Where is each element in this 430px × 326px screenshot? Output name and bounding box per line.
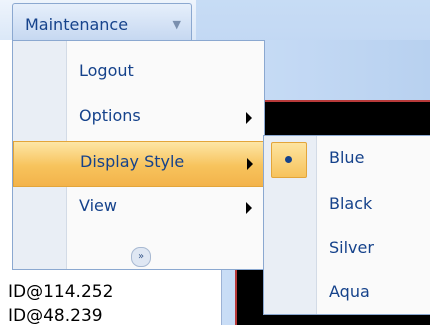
selected-check-icon (271, 142, 307, 178)
menu-item-label: Options (79, 106, 141, 125)
submenu-arrow-icon (246, 112, 252, 124)
submenu-item-aqua[interactable]: Aqua (264, 272, 430, 316)
menu-item-label: View (79, 196, 117, 215)
expand-more-icon[interactable]: » (131, 247, 151, 267)
menu-item-view[interactable]: View (13, 186, 264, 230)
submenu-arrow-icon (246, 202, 252, 214)
display-style-submenu: Blue Black Silver Aqua (263, 135, 430, 315)
maintenance-menu-button[interactable]: Maintenance ▼ (12, 3, 192, 40)
maintenance-dropdown: Logout Options Display Style View » (12, 40, 266, 270)
submenu-item-label: Blue (329, 148, 365, 167)
menu-item-label: Display Style (80, 152, 185, 171)
menu-item-options[interactable]: Options (13, 96, 264, 140)
list-item: ID@48.239 (8, 306, 103, 326)
submenu-item-label: Aqua (329, 282, 370, 301)
submenu-item-silver[interactable]: Silver (264, 228, 430, 272)
submenu-item-blue[interactable]: Blue (264, 138, 430, 182)
list-item: ID@114.252 (8, 282, 114, 302)
chevron-down-icon: ▼ (172, 18, 181, 31)
submenu-item-label: Silver (329, 238, 374, 257)
submenu-item-label: Black (329, 194, 373, 213)
maintenance-menu-label: Maintenance (25, 15, 129, 34)
submenu-arrow-icon (247, 158, 253, 170)
submenu-item-black[interactable]: Black (264, 184, 430, 228)
menu-item-label: Logout (79, 61, 134, 80)
menu-item-display-style[interactable]: Display Style (13, 141, 266, 187)
menu-item-logout[interactable]: Logout (13, 51, 264, 95)
